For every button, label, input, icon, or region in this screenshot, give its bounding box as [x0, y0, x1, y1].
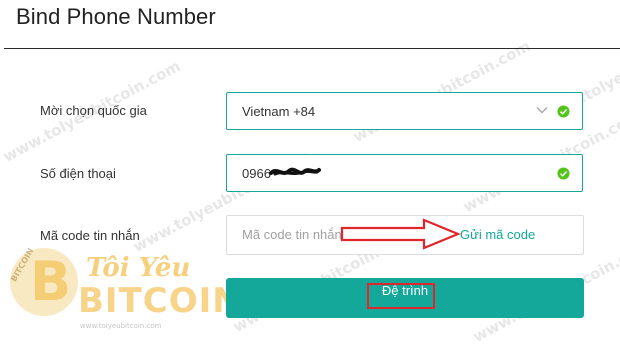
country-label: Mời chọn quốc gia	[40, 103, 147, 118]
check-circle-icon	[557, 105, 570, 118]
code-label: Mã code tin nhắn	[40, 228, 140, 243]
chevron-down-icon[interactable]	[536, 106, 548, 114]
svg-text:B: B	[30, 250, 71, 313]
logo-url-text: www.toiyeubitcoin.com	[80, 322, 162, 330]
logo-badge-text: BITCOIN	[9, 247, 35, 283]
logo-script-text: Tôi Yêu	[86, 253, 190, 283]
arrow-right-icon	[340, 218, 461, 250]
submit-button[interactable]: Đệ trình	[226, 278, 584, 318]
redaction-scribble	[269, 167, 321, 176]
phone-input[interactable]: 0966	[226, 154, 583, 192]
submit-label: Đệ trình	[381, 283, 429, 298]
country-select[interactable]: Vietnam +84	[226, 92, 583, 130]
logo-word-text: BITCOIN	[78, 281, 242, 321]
country-value: Vietnam +84	[242, 104, 316, 119]
title-divider	[4, 48, 620, 49]
send-code-link[interactable]: Gửi mã code	[460, 227, 535, 242]
check-circle-icon	[557, 167, 570, 180]
code-placeholder: Mã code tin nhắn	[242, 227, 342, 242]
page-title: Bind Phone Number	[16, 4, 216, 29]
phone-value: 0966	[242, 166, 271, 181]
phone-label: Số điện thoại	[40, 166, 116, 181]
